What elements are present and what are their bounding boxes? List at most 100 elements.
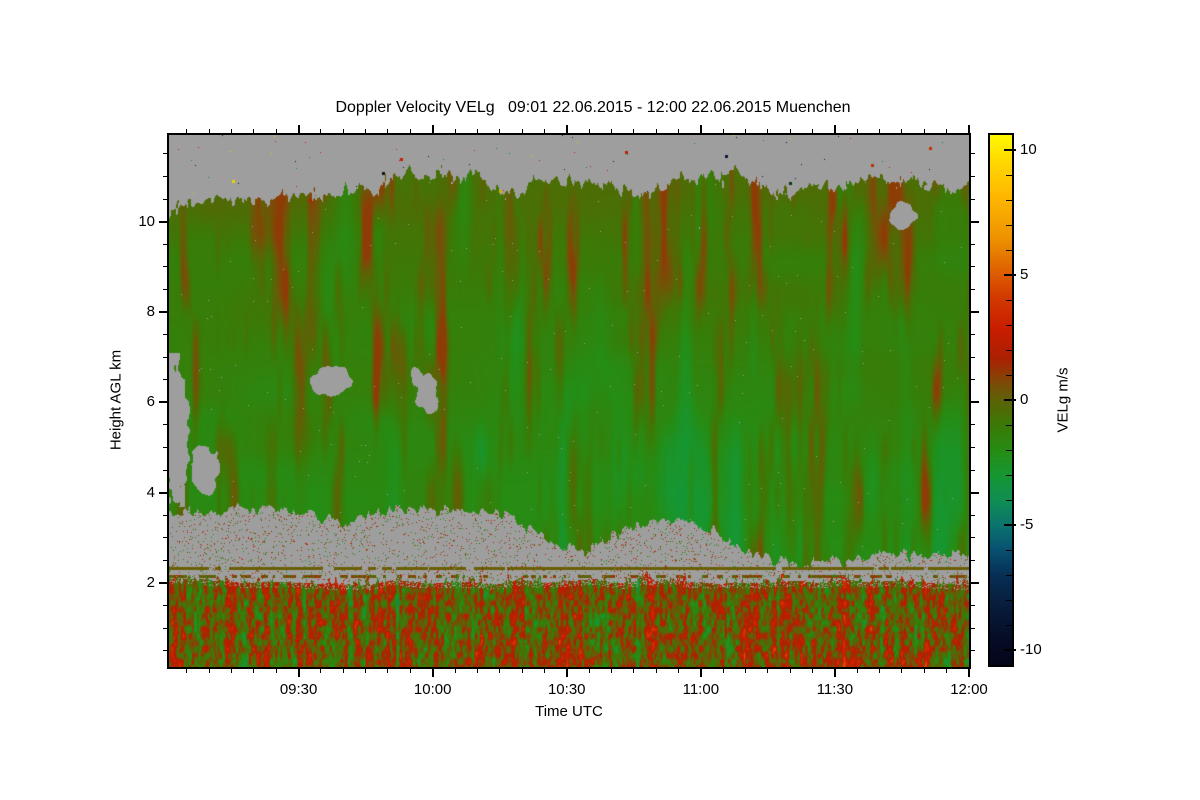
y-minor-tick bbox=[163, 469, 167, 471]
x-minor-tick bbox=[610, 669, 612, 673]
y-major-tick-right bbox=[971, 582, 979, 584]
x-minor-tick bbox=[231, 669, 233, 673]
y-minor-tick bbox=[163, 176, 167, 178]
x-minor-tick bbox=[543, 669, 545, 673]
x-minor-tick-top bbox=[677, 129, 679, 133]
colorbar-minor-tick bbox=[1006, 599, 1012, 601]
x-minor-tick bbox=[454, 669, 456, 673]
x-minor-tick bbox=[633, 669, 635, 673]
y-minor-tick bbox=[163, 424, 167, 426]
y-major-tick-right bbox=[971, 220, 979, 223]
colorbar-minor-tick bbox=[1006, 249, 1012, 251]
y-minor-tick bbox=[163, 266, 167, 268]
y-minor-tick bbox=[163, 605, 167, 607]
x-minor-tick-top bbox=[633, 129, 635, 133]
colorbar-minor-tick bbox=[1006, 349, 1012, 351]
colorbar-major-tick bbox=[1004, 649, 1016, 651]
x-tick-label: 11:00 bbox=[682, 681, 720, 698]
colorbar-minor-tick bbox=[1006, 199, 1012, 201]
x-minor-tick-top bbox=[275, 129, 277, 133]
chart-title: Doppler Velocity VELg 09:01 22.06.2015 -… bbox=[335, 99, 851, 116]
y-minor-tick bbox=[163, 627, 167, 629]
x-minor-tick-top bbox=[767, 129, 769, 133]
y-minor-tick-right bbox=[971, 198, 975, 200]
y-tick-label: 2 bbox=[146, 574, 155, 591]
x-minor-tick-top bbox=[476, 129, 478, 133]
colorbar-major-tick bbox=[1004, 149, 1016, 151]
plot-frame bbox=[167, 133, 971, 669]
x-minor-tick-top bbox=[923, 129, 925, 133]
x-tick-label: 10:00 bbox=[413, 681, 452, 698]
y-minor-tick-right bbox=[971, 243, 975, 245]
x-axis-label: Time UTC bbox=[535, 703, 603, 720]
colorbar-minor-tick bbox=[1006, 624, 1012, 626]
x-tick-label: 11:30 bbox=[816, 681, 854, 698]
y-minor-tick bbox=[163, 379, 167, 381]
x-minor-tick bbox=[409, 669, 411, 673]
x-major-tick-top bbox=[699, 125, 702, 133]
y-major-tick bbox=[159, 311, 167, 314]
y-minor-tick-right bbox=[971, 627, 975, 629]
x-minor-tick-top bbox=[253, 129, 255, 133]
y-minor-tick bbox=[163, 198, 167, 200]
x-minor-tick-top bbox=[901, 129, 903, 133]
y-tick-label: 6 bbox=[146, 393, 155, 411]
y-major-tick bbox=[159, 220, 167, 223]
y-minor-tick-right bbox=[971, 153, 975, 155]
x-minor-tick bbox=[655, 669, 657, 673]
x-minor-tick-top bbox=[409, 129, 411, 133]
y-minor-tick-right bbox=[971, 424, 975, 426]
colorbar-minor-tick bbox=[1006, 374, 1012, 376]
x-minor-tick bbox=[812, 669, 814, 673]
colorbar-minor-tick bbox=[1006, 499, 1012, 501]
x-minor-tick bbox=[387, 669, 389, 673]
colorbar-minor-tick bbox=[1006, 474, 1012, 476]
x-minor-tick-top bbox=[454, 129, 456, 133]
x-minor-tick-top bbox=[387, 129, 389, 133]
y-minor-tick bbox=[163, 537, 167, 539]
x-minor-tick-top bbox=[320, 129, 322, 133]
colorbar-minor-tick bbox=[1006, 299, 1012, 301]
x-minor-tick bbox=[365, 669, 367, 673]
x-minor-tick-top bbox=[856, 129, 858, 133]
y-major-tick bbox=[159, 401, 167, 404]
x-minor-tick bbox=[208, 669, 210, 673]
y-minor-tick-right bbox=[971, 176, 975, 178]
x-minor-tick-top bbox=[208, 129, 210, 133]
x-minor-tick-top bbox=[231, 129, 233, 133]
y-minor-tick bbox=[163, 356, 167, 358]
x-minor-tick bbox=[767, 669, 769, 673]
x-minor-tick bbox=[677, 669, 679, 673]
y-minor-tick-right bbox=[971, 447, 975, 449]
x-minor-tick-top bbox=[499, 129, 501, 133]
x-minor-tick-top bbox=[722, 129, 724, 133]
y-major-tick-right bbox=[971, 311, 979, 314]
y-major-tick bbox=[159, 582, 167, 584]
x-major-tick bbox=[431, 669, 434, 677]
colorbar-minor-tick bbox=[1006, 574, 1012, 576]
colorbar-minor-tick bbox=[1006, 424, 1012, 426]
x-minor-tick bbox=[856, 669, 858, 673]
x-minor-tick bbox=[320, 669, 322, 673]
x-minor-tick bbox=[901, 669, 903, 673]
y-minor-tick-right bbox=[971, 537, 975, 539]
y-minor-tick-right bbox=[971, 469, 975, 471]
x-major-tick-top bbox=[833, 125, 836, 133]
colorbar-major-tick bbox=[1004, 399, 1016, 401]
y-minor-tick-right bbox=[971, 266, 975, 268]
x-minor-tick bbox=[946, 669, 948, 673]
x-minor-tick bbox=[186, 669, 188, 673]
x-minor-tick-top bbox=[588, 129, 590, 133]
x-minor-tick bbox=[499, 669, 501, 673]
x-minor-tick-top bbox=[879, 129, 881, 133]
y-minor-tick bbox=[163, 650, 167, 652]
colorbar-minor-tick bbox=[1006, 549, 1012, 551]
y-minor-tick bbox=[163, 243, 167, 245]
x-minor-tick bbox=[722, 669, 724, 673]
x-major-tick bbox=[968, 669, 970, 677]
x-major-tick-top bbox=[431, 125, 434, 133]
x-minor-tick bbox=[521, 669, 523, 673]
x-major-tick-top bbox=[968, 125, 970, 133]
x-minor-tick-top bbox=[521, 129, 523, 133]
colorbar-major-tick bbox=[1004, 524, 1016, 526]
